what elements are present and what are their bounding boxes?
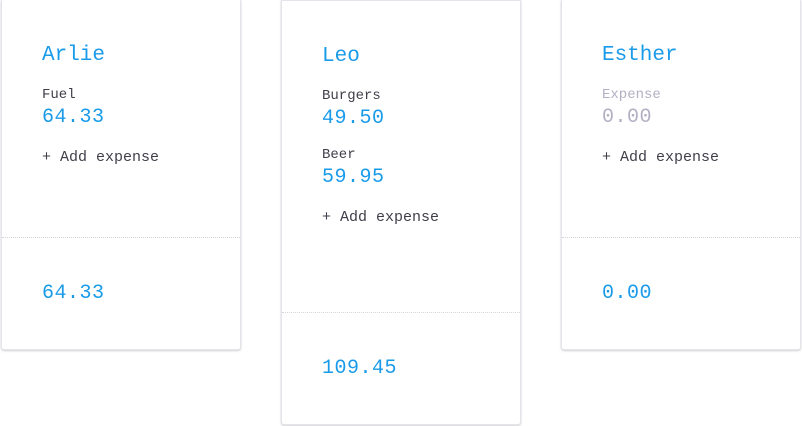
expense-amount-input[interactable]: 0.00 — [602, 106, 800, 130]
person-name[interactable]: Leo — [322, 42, 520, 72]
expense-amount[interactable]: 59.95 — [322, 166, 520, 190]
total-amount: 109.45 — [322, 357, 398, 380]
person-card-leo: Leo Burgers 49.50 Beer 59.95 + Add expen… — [281, 0, 521, 425]
person-name[interactable]: Arlie — [42, 41, 240, 71]
add-expense-button[interactable]: + Add expense — [602, 148, 719, 168]
add-expense-button[interactable]: + Add expense — [322, 208, 439, 228]
total-amount: 0.00 — [602, 282, 653, 305]
expense-label-input[interactable]: Expense — [602, 86, 800, 104]
expense-item: Beer 59.95 — [322, 146, 520, 190]
person-card-esther: Esther Expense 0.00 + Add expense 0.00 — [561, 0, 801, 350]
expense-amount[interactable]: 64.33 — [42, 106, 240, 130]
card-body: Arlie Fuel 64.33 + Add expense — [2, 0, 240, 237]
expense-item: Fuel 64.33 — [42, 86, 240, 130]
card-body: Esther Expense 0.00 + Add expense — [562, 0, 800, 237]
total-amount: 64.33 — [42, 282, 105, 305]
expense-amount[interactable]: 49.50 — [322, 107, 520, 131]
card-body: Leo Burgers 49.50 Beer 59.95 + Add expen… — [282, 1, 520, 312]
expense-item: Burgers 49.50 — [322, 87, 520, 131]
expense-label[interactable]: Burgers — [322, 87, 520, 105]
new-expense-item: Expense 0.00 — [602, 86, 800, 130]
person-name[interactable]: Esther — [602, 41, 800, 71]
add-expense-button[interactable]: + Add expense — [42, 148, 159, 168]
expense-label[interactable]: Fuel — [42, 86, 240, 104]
person-card-arlie: Arlie Fuel 64.33 + Add expense 64.33 — [1, 0, 241, 350]
expense-label[interactable]: Beer — [322, 146, 520, 164]
